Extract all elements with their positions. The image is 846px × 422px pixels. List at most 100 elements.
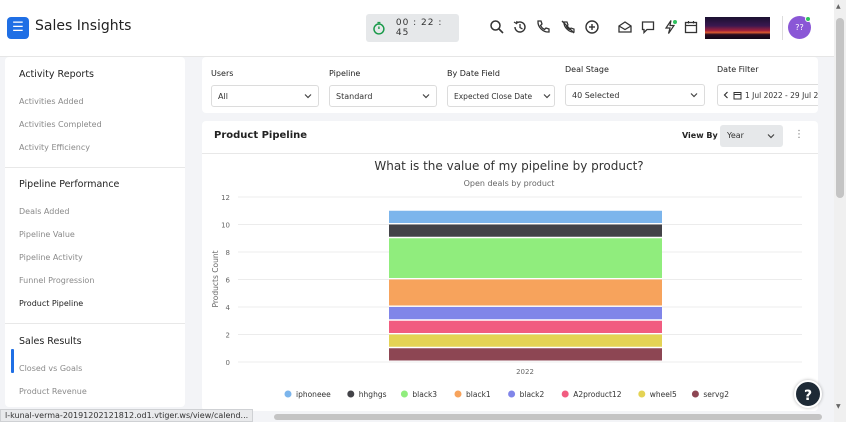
sidebar-item-funnel-progression[interactable]: Funnel Progression bbox=[19, 276, 94, 285]
vertical-scroll-thumb[interactable] bbox=[836, 18, 844, 198]
legend-label: servg2 bbox=[703, 390, 729, 399]
bar-segment-servg2 bbox=[389, 348, 662, 361]
card-title: Product Pipeline bbox=[214, 130, 308, 141]
users-label: Users bbox=[211, 69, 234, 78]
sidebar-item-product-revenue[interactable]: Product Revenue bbox=[19, 387, 87, 396]
legend-label: iphoneee bbox=[296, 390, 331, 399]
card-header-divider bbox=[202, 153, 818, 154]
date-filter-label: Date Filter bbox=[717, 65, 759, 74]
pipeline-label: Pipeline bbox=[329, 69, 361, 78]
call-timer[interactable]: 00 : 22 : 45 bbox=[366, 14, 459, 42]
chevron-left-icon[interactable] bbox=[722, 91, 730, 99]
view-by-select[interactable]: Year bbox=[720, 125, 783, 147]
legend-marker bbox=[454, 390, 462, 398]
sidebar-item-activities-completed[interactable]: Activities Completed bbox=[19, 120, 102, 129]
timer-value: 00 : 22 : 45 bbox=[395, 18, 443, 38]
bar-segment-a2product12 bbox=[389, 320, 662, 333]
bar-segment-hhghgs bbox=[389, 224, 662, 237]
more-options-icon[interactable]: ⋮ bbox=[794, 129, 804, 140]
legend-marker bbox=[284, 390, 292, 398]
legend-label: hhghgs bbox=[359, 390, 387, 399]
header-divider bbox=[782, 16, 783, 40]
section-title-sales-results: Sales Results bbox=[19, 336, 82, 347]
calendar-icon[interactable] bbox=[683, 19, 699, 35]
y-tick-label: 10 bbox=[221, 222, 230, 230]
phone-icon[interactable] bbox=[535, 19, 551, 35]
sidebar-item-activities-added[interactable]: Activities Added bbox=[19, 97, 84, 106]
scroll-down-arrow-icon[interactable]: ▼ bbox=[836, 403, 841, 410]
chevron-down-icon bbox=[543, 94, 551, 99]
deal-stage-label: Deal Stage bbox=[565, 65, 609, 74]
mic-off-icon[interactable] bbox=[560, 19, 576, 35]
bar-segment-iphoneee bbox=[389, 210, 662, 223]
horizontal-scroll-thumb[interactable] bbox=[274, 414, 822, 420]
history-icon[interactable] bbox=[512, 19, 528, 35]
bar-segment-black3 bbox=[389, 238, 662, 278]
chart-subtitle: Open deals by product bbox=[464, 179, 555, 188]
add-circle-icon[interactable] bbox=[584, 19, 600, 35]
date-field-select[interactable]: Expected Close Date bbox=[447, 85, 555, 107]
y-tick-label: 4 bbox=[226, 304, 231, 312]
chat-icon[interactable] bbox=[640, 19, 656, 35]
users-select-value: All bbox=[218, 91, 228, 101]
company-banner-image bbox=[705, 17, 770, 39]
filter-bar: Users All Pipeline Standard By Date Fiel… bbox=[202, 57, 818, 113]
sidebar-divider bbox=[5, 167, 185, 168]
legend-label: A2product12 bbox=[573, 390, 622, 399]
calendar-icon bbox=[733, 91, 742, 99]
date-field-label: By Date Field bbox=[447, 69, 500, 78]
stopwatch-icon bbox=[373, 21, 385, 35]
sidebar-item-product-pipeline[interactable]: Product Pipeline bbox=[19, 299, 83, 308]
deal-stage-select[interactable]: 40 Selected bbox=[565, 84, 705, 106]
legend-label: black2 bbox=[520, 390, 545, 399]
chevron-down-icon bbox=[422, 94, 430, 99]
legend-marker bbox=[691, 390, 699, 398]
chevron-down-icon bbox=[767, 134, 775, 139]
chevron-down-icon bbox=[690, 93, 698, 98]
bar-segment-black2 bbox=[389, 307, 662, 320]
search-icon[interactable] bbox=[489, 19, 505, 35]
mail-open-icon[interactable] bbox=[617, 19, 633, 35]
sidebar-divider bbox=[5, 323, 185, 324]
date-filter-value: 1 Jul 2022 - 29 Jul 2022 bbox=[745, 90, 818, 100]
y-tick-label: 0 bbox=[226, 359, 230, 367]
sidebar-item-deals-added[interactable]: Deals Added bbox=[19, 207, 69, 216]
app-title: Sales Insights bbox=[35, 18, 132, 34]
pipeline-select-value: Standard bbox=[336, 91, 373, 101]
legend-label: black3 bbox=[412, 390, 437, 399]
section-title-pipeline-performance: Pipeline Performance bbox=[19, 179, 120, 190]
product-pipeline-card: 0 2 4 6 8 10 12 iphoneee hhghgs black3 black1 blac… bbox=[202, 121, 818, 411]
bar-segment-black1 bbox=[389, 279, 662, 306]
pipeline-select[interactable]: Standard bbox=[329, 85, 437, 107]
legend-marker bbox=[508, 390, 516, 398]
date-field-select-value: Expected Close Date bbox=[454, 91, 533, 101]
scroll-up-arrow-icon[interactable]: ▲ bbox=[836, 3, 841, 10]
sidebar-item-closed-vs-goals[interactable]: Closed vs Goals bbox=[19, 364, 82, 373]
hamburger-icon[interactable]: ☰ bbox=[7, 17, 29, 39]
y-tick-label: 2 bbox=[226, 332, 230, 340]
date-filter-select[interactable]: 1 Jul 2022 - 29 Jul 2022 bbox=[717, 84, 818, 106]
sidebar-item-activity-efficiency[interactable]: Activity Efficiency bbox=[19, 143, 90, 152]
sidebar-item-pipeline-value[interactable]: Pipeline Value bbox=[19, 230, 75, 239]
deal-stage-select-value: 40 Selected bbox=[572, 90, 620, 100]
legend-marker bbox=[400, 390, 408, 398]
sidebar-item-pipeline-activity[interactable]: Pipeline Activity bbox=[19, 253, 83, 262]
online-status-dot bbox=[805, 16, 811, 22]
chart-title: What is the value of my pipeline by prod… bbox=[374, 159, 643, 173]
legend-label: black1 bbox=[466, 390, 491, 399]
legend-marker bbox=[561, 390, 569, 398]
lightning-icon[interactable] bbox=[662, 19, 678, 35]
y-tick-label: 6 bbox=[226, 277, 231, 285]
pipeline-chart: 0 2 4 6 8 10 12 iphoneee hhghgs black3 black1 blac… bbox=[211, 159, 802, 399]
legend-label: wheel5 bbox=[650, 390, 677, 399]
top-header: ☰ Sales Insights 00 : 22 : 45 ?? bbox=[0, 0, 834, 57]
bar-segment-wheel5 bbox=[389, 334, 662, 347]
y-tick-label: 8 bbox=[226, 249, 230, 257]
legend-marker bbox=[347, 390, 355, 398]
reports-sidebar: Activity Reports Activities Added Activi… bbox=[5, 57, 185, 407]
help-button[interactable]: ? bbox=[794, 380, 822, 408]
y-axis-label: Products Count bbox=[211, 250, 220, 307]
users-select[interactable]: All bbox=[211, 85, 319, 107]
legend-marker bbox=[638, 390, 646, 398]
section-title-activity-reports: Activity Reports bbox=[19, 69, 94, 80]
